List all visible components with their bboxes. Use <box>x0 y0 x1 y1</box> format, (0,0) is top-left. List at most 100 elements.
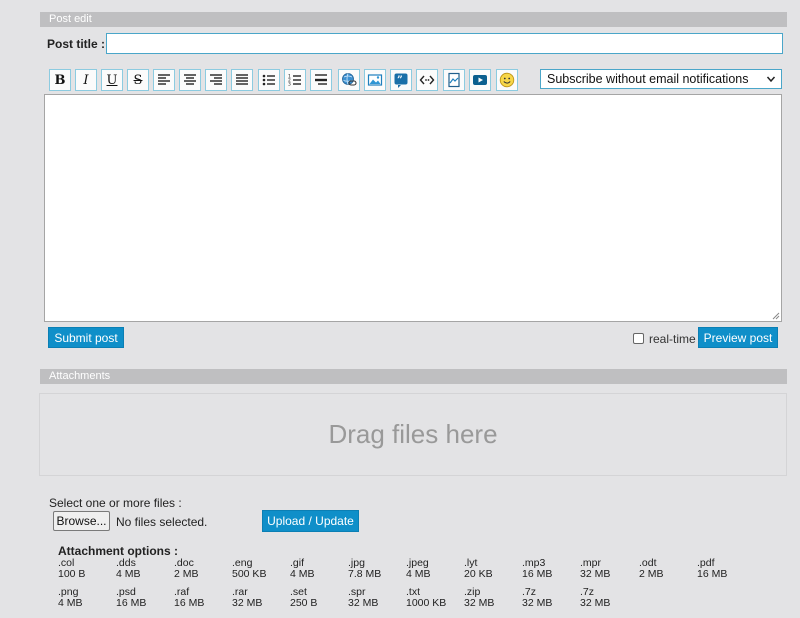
dropzone-text: Drag files here <box>328 419 498 449</box>
ext-size: 16 MB <box>697 568 728 580</box>
subscribe-select[interactable]: Subscribe without email notifications <box>540 69 782 89</box>
numbered-list-button[interactable]: 123 <box>284 69 306 91</box>
hidden-doc-icon <box>448 72 460 88</box>
svg-text:”: ” <box>397 75 403 86</box>
align-justify-icon <box>236 74 248 85</box>
attachment-option: .rar 32 MB <box>232 587 262 609</box>
image-icon <box>367 74 383 86</box>
justify-button[interactable] <box>231 69 253 91</box>
chevron-down-icon <box>766 76 776 83</box>
youtube-icon <box>473 75 487 85</box>
italic-button[interactable]: I <box>75 69 97 91</box>
attachment-option: .7z 32 MB <box>522 587 552 609</box>
no-files-label: No files selected. <box>116 515 208 529</box>
quote-icon: ” <box>394 73 408 88</box>
ext-size: 16 MB <box>174 597 205 609</box>
attachment-option: .mpr 32 MB <box>580 558 610 580</box>
video-button[interactable] <box>469 69 491 91</box>
attachments-header: Attachments <box>40 369 787 384</box>
ext-size: 2 MB <box>174 568 199 580</box>
align-right-icon <box>210 74 222 85</box>
attachment-option: .spr 32 MB <box>348 587 378 609</box>
bold-button[interactable]: B <box>49 69 71 91</box>
file-dropzone[interactable]: Drag files here <box>39 393 787 476</box>
underline-button[interactable]: U <box>101 69 123 91</box>
realtime-checkbox[interactable] <box>633 333 644 344</box>
post-body-editor[interactable] <box>44 94 782 322</box>
strikethrough-button[interactable]: S <box>127 69 149 91</box>
ext-size: 250 B <box>290 597 318 609</box>
smiley-button[interactable] <box>496 69 518 91</box>
post-edit-header: Post edit <box>40 12 787 27</box>
ext-size: 1000 KB <box>406 597 447 609</box>
link-button[interactable] <box>338 69 360 91</box>
attachment-option: .jpeg 4 MB <box>406 558 431 580</box>
ext-size: 4 MB <box>116 568 141 580</box>
post-title-input[interactable] <box>106 33 783 54</box>
upload-update-button[interactable]: Upload / Update <box>262 510 359 532</box>
attachment-option: .lyt 20 KB <box>464 558 493 580</box>
spoiler-button[interactable] <box>443 69 465 91</box>
numbered-list-icon: 123 <box>288 74 301 88</box>
align-left-icon <box>158 74 170 85</box>
attachment-option: .eng 500 KB <box>232 558 266 580</box>
attachment-options-label: Attachment options : <box>58 544 178 558</box>
attachment-option: .set 250 B <box>290 587 317 609</box>
bold-icon: B <box>54 72 66 88</box>
browse-button[interactable]: Browse... <box>53 511 110 531</box>
realtime-label: real-time <box>649 332 696 346</box>
ext-size: 16 MB <box>522 568 553 580</box>
code-button[interactable] <box>416 69 438 91</box>
code-icon <box>419 75 435 85</box>
attachment-option: .odt 2 MB <box>639 558 664 580</box>
attachment-option: .zip 32 MB <box>464 587 494 609</box>
ext-size: 4 MB <box>58 597 83 609</box>
preview-post-button[interactable]: Preview post <box>698 327 778 348</box>
attachment-option: .dds 4 MB <box>116 558 141 580</box>
ext-size: 20 KB <box>464 568 493 580</box>
bullet-list-button[interactable] <box>258 69 280 91</box>
ext-size: 2 MB <box>639 568 664 580</box>
resize-handle-icon[interactable] <box>770 310 780 320</box>
underline-icon: U <box>106 72 118 88</box>
ext-size: 7.8 MB <box>348 568 382 580</box>
ext-size: 32 MB <box>464 597 495 609</box>
align-left-button[interactable] <box>153 69 175 91</box>
italic-icon: I <box>83 72 89 88</box>
ext-size: 32 MB <box>522 597 553 609</box>
select-files-label: Select one or more files : <box>49 496 182 510</box>
smiley-icon <box>499 72 515 88</box>
ext-size: 4 MB <box>290 568 315 580</box>
bullet-list-icon <box>262 74 275 86</box>
submit-post-button[interactable]: Submit post <box>48 327 124 348</box>
attachment-option: .gif 4 MB <box>290 558 315 580</box>
image-button[interactable] <box>364 69 386 91</box>
ext-size: 4 MB <box>406 568 431 580</box>
ext-size: 100 B <box>58 568 86 580</box>
attachment-option: .psd 16 MB <box>116 587 146 609</box>
ext-size: 32 MB <box>580 597 611 609</box>
svg-text:3: 3 <box>288 82 291 88</box>
attachment-option: .raf 16 MB <box>174 587 204 609</box>
subscribe-select-value: Subscribe without email notifications <box>547 72 749 86</box>
attachment-option: .png 4 MB <box>58 587 83 609</box>
align-center-icon <box>184 74 196 85</box>
quote-button[interactable]: ” <box>390 69 412 91</box>
ext-size: 32 MB <box>232 597 263 609</box>
align-center-button[interactable] <box>179 69 201 91</box>
horizontal-rule-icon <box>315 74 327 85</box>
strikethrough-icon: S <box>133 72 143 88</box>
link-globe-icon <box>342 73 357 86</box>
ext-size: 32 MB <box>348 597 379 609</box>
attachment-option: .txt 1000 KB <box>406 587 446 609</box>
horizontal-rule-button[interactable] <box>310 69 332 91</box>
attachment-option: .mp3 16 MB <box>522 558 552 580</box>
ext-size: 32 MB <box>580 568 611 580</box>
attachment-option: .doc 2 MB <box>174 558 199 580</box>
align-right-button[interactable] <box>205 69 227 91</box>
attachment-option: .7z 32 MB <box>580 587 610 609</box>
attachment-option: .jpg 7.8 MB <box>348 558 381 580</box>
post-title-label: Post title : <box>47 37 106 51</box>
attachment-option: .pdf 16 MB <box>697 558 727 580</box>
ext-size: 16 MB <box>116 597 147 609</box>
